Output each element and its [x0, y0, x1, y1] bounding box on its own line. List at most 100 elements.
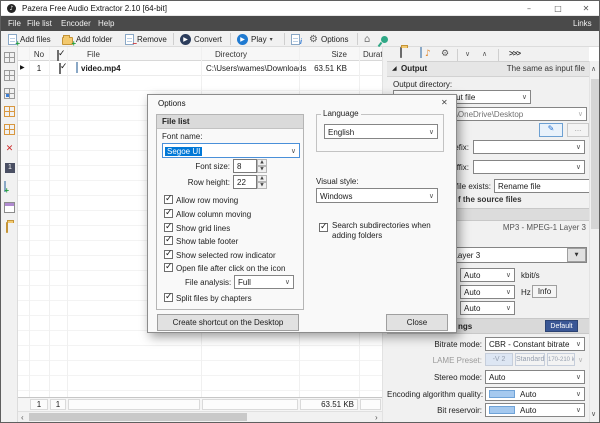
close-button[interactable]: ✕ — [576, 3, 596, 14]
panel-file-icon[interactable] — [420, 47, 422, 58]
columns-button[interactable] — [4, 202, 15, 213]
play-button[interactable]: ▶ Play ▾ — [237, 33, 273, 45]
toolbar-separator — [230, 33, 231, 45]
numbering-button[interactable]: 1 — [5, 163, 15, 173]
bitrate-mode-combo[interactable]: CBR - Constant bitrate ∨ — [485, 337, 585, 351]
clear-list-button[interactable]: ✕ — [4, 144, 15, 155]
open-file-after-click-label: Open file after click on the icon — [176, 264, 285, 273]
suffix-combo[interactable]: ∨ — [473, 160, 585, 174]
file-analysis-combo[interactable]: Full ∨ — [234, 275, 294, 289]
font-size-input[interactable]: 8 — [233, 159, 257, 173]
spin-down-icon[interactable]: ▼ — [257, 166, 267, 173]
main-toolbar: + Add files + Add folder – Remove ▶ Conv… — [1, 31, 599, 47]
collapse-all-icon[interactable]: ∨ — [465, 49, 470, 59]
create-shortcut-button[interactable]: Create shortcut on the Desktop — [157, 314, 299, 331]
open-folder-side-button[interactable] — [6, 222, 8, 233]
expand-all-icon[interactable]: ∧ — [482, 49, 487, 59]
play-dropdown-icon[interactable]: ▾ — [270, 36, 273, 43]
show-selected-row-indicator-checkbox[interactable]: ✓ — [164, 250, 173, 259]
home-button[interactable]: ⌂ — [364, 33, 370, 45]
menu-links[interactable]: Links — [573, 19, 592, 28]
layout-grid-button[interactable] — [4, 52, 15, 63]
browse-button[interactable]: ... — [567, 123, 589, 137]
convert-button[interactable]: ▶ Convert — [180, 33, 222, 45]
search-subdirs-checkbox[interactable]: ✓ — [319, 223, 328, 232]
open-file-after-click-checkbox[interactable]: ✓ — [164, 263, 173, 272]
layout-grid-2-button[interactable] — [4, 70, 15, 81]
scroll-right-icon[interactable]: › — [375, 413, 378, 422]
file-info-button[interactable]: i — [291, 33, 300, 45]
col-header-no[interactable]: No — [29, 50, 49, 59]
row-directory: C:\Users\wames\Downloads — [206, 64, 306, 73]
default-button[interactable]: Default — [545, 320, 578, 332]
row-height-spinner[interactable]: ▲ ▼ — [257, 175, 267, 189]
col-header-checkbox[interactable]: ✓ — [57, 50, 59, 61]
show-table-footer-checkbox[interactable]: ✓ — [164, 236, 173, 245]
more-panels-icon[interactable]: >>> — [509, 49, 520, 58]
pin-button[interactable] — [381, 33, 388, 45]
stereo-mode-combo[interactable]: Auto ∨ — [485, 370, 585, 384]
scroll-down-icon[interactable]: ∨ — [591, 410, 596, 418]
dialog-close-icon[interactable]: ✕ — [441, 98, 448, 107]
split-files-checkbox[interactable]: ✓ — [164, 293, 173, 302]
format-dropdown-button[interactable]: ▼ — [567, 248, 586, 262]
panel-gear-icon[interactable]: ⚙ — [441, 49, 449, 59]
bit-reservoir-combo[interactable]: Auto ∨ — [485, 403, 585, 417]
spin-up-icon[interactable]: ▲ — [257, 175, 267, 182]
sample-freq-combo[interactable]: Auto ∨ — [460, 285, 515, 299]
chevron-down-icon: ∨ — [578, 356, 583, 364]
layout-grid-orange-2-button[interactable] — [4, 124, 15, 135]
spin-up-icon[interactable]: ▲ — [257, 159, 267, 166]
file-list-group-header: File list — [157, 115, 303, 129]
allow-column-moving-checkbox[interactable]: ✓ — [164, 209, 173, 218]
app-window: ♪ Pazera Free Audio Extractor 2.10 [64-b… — [0, 0, 600, 423]
scroll-left-icon[interactable]: ‹ — [21, 413, 24, 422]
maximize-button[interactable]: □ — [548, 3, 568, 14]
minimize-button[interactable]: – — [519, 3, 539, 14]
prefix-combo[interactable]: ∨ — [473, 140, 585, 154]
add-files-button[interactable]: + Add files — [8, 33, 51, 45]
encoding-quality-label: Encoding algorithm quality: — [387, 390, 482, 399]
dialog-close-button[interactable]: Close — [386, 314, 448, 331]
gear-icon: ⚙ — [309, 34, 318, 45]
font-name-combo[interactable]: Segoe UI ∨ — [162, 143, 300, 158]
row-checkbox[interactable]: ✓ — [59, 63, 61, 74]
panel-folder-icon[interactable] — [400, 47, 402, 58]
layout-grid-orange-button[interactable] — [4, 106, 15, 117]
menu-file[interactable]: File — [8, 19, 21, 28]
col-header-size[interactable]: Size — [299, 50, 347, 59]
menu-help[interactable]: Help — [98, 19, 114, 28]
toolbar-separator — [284, 33, 285, 45]
bitrate-combo[interactable]: Auto ∨ — [460, 268, 515, 282]
encoding-quality-combo[interactable]: Auto ∨ — [485, 387, 585, 401]
menu-file-list[interactable]: File list — [27, 19, 52, 28]
channels-combo[interactable]: Auto ∨ — [460, 301, 515, 315]
add-file-side-button[interactable]: + — [4, 181, 6, 192]
allow-row-moving-checkbox[interactable]: ✓ — [164, 195, 173, 204]
col-header-duration[interactable]: Duration — [363, 50, 383, 59]
show-grid-lines-checkbox[interactable]: ✓ — [164, 223, 173, 232]
font-size-spinner[interactable]: ▲ ▼ — [257, 159, 267, 173]
options-button[interactable]: ⚙ Options — [309, 33, 349, 45]
col-header-directory[interactable]: Directory — [215, 50, 247, 59]
file-type-icon[interactable] — [76, 62, 78, 73]
remove-button[interactable]: – Remove — [125, 33, 167, 45]
file-exists-combo[interactable]: Rename file ∨ — [494, 179, 598, 193]
panel-scroll-thumb[interactable] — [591, 79, 599, 229]
panel-audio-icon[interactable]: ♪ — [425, 49, 431, 59]
toolbar-separator — [357, 33, 358, 45]
language-combo[interactable]: English ∨ — [324, 124, 438, 139]
info-button[interactable]: Info — [532, 285, 557, 298]
row-height-input[interactable]: 22 — [233, 175, 257, 189]
layout-grid-active-button[interactable] — [4, 88, 15, 99]
menu-encoder[interactable]: Encoder — [61, 19, 91, 28]
add-folder-button[interactable]: + Add folder — [62, 33, 112, 45]
horizontal-scroll-thumb[interactable] — [29, 413, 247, 421]
visual-style-combo[interactable]: Windows ∨ — [316, 188, 438, 203]
freq-unit: Hz — [521, 288, 531, 297]
spin-down-icon[interactable]: ▼ — [257, 182, 267, 189]
convert-icon: ▶ — [180, 34, 191, 45]
edit-path-button[interactable]: ✎ — [539, 123, 563, 137]
scroll-up-icon[interactable]: ∧ — [591, 65, 596, 73]
col-header-file[interactable]: File — [87, 50, 100, 59]
